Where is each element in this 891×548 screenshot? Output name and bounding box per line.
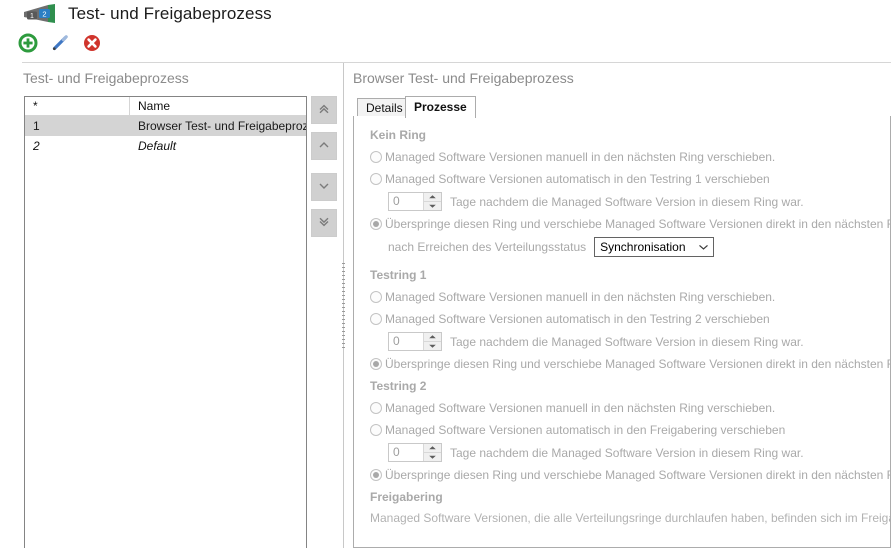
row-index: 1: [25, 116, 130, 136]
spinner-decrement-button[interactable]: [424, 202, 441, 210]
add-button[interactable]: [18, 33, 42, 55]
column-header-index[interactable]: *: [25, 97, 130, 115]
section-title-freigabering: Freigabering: [370, 488, 890, 506]
radio-testring2-skip[interactable]: Überspringe diesen Ring und verschiebe M…: [370, 466, 890, 484]
chevron-double-down-icon: [317, 215, 331, 232]
radio-label: Managed Software Versionen manuell in de…: [385, 399, 775, 417]
list-header-row: * Name: [25, 97, 306, 116]
move-down-button[interactable]: [311, 173, 337, 201]
delete-button[interactable]: [82, 33, 106, 55]
spinner-buttons: [423, 444, 441, 461]
days-spinner-label: Tage nachdem die Managed Software Versio…: [450, 446, 804, 460]
section-title-kein-ring: Kein Ring: [370, 126, 890, 144]
days-spinner-row-kein-ring: 0 Tage nachdem die Managed Software Vers…: [388, 192, 890, 211]
spinner-increment-button[interactable]: [424, 193, 441, 202]
distribution-status-value: Synchronisation: [600, 238, 685, 256]
chevron-double-up-icon: [317, 102, 331, 119]
radio-indicator: [370, 218, 382, 230]
radio-label: Managed Software Versionen automatisch i…: [385, 170, 770, 188]
radio-indicator: [370, 358, 382, 370]
tab-prozesse[interactable]: Prozesse: [405, 96, 476, 118]
radio-indicator: [370, 469, 382, 481]
radio-label: Überspringe diesen Ring und verschiebe M…: [385, 466, 891, 484]
radio-label: Überspringe diesen Ring und verschiebe M…: [385, 355, 891, 373]
detail-pane: Browser Test- und Freigabeprozess Detail…: [349, 63, 891, 548]
tab-panel-prozesse: Kein Ring Managed Software Versionen man…: [353, 116, 891, 548]
spinner-buttons: [423, 333, 441, 350]
radio-testring2-auto[interactable]: Managed Software Versionen automatisch i…: [370, 421, 890, 439]
radio-indicator: [370, 424, 382, 436]
radio-label: Managed Software Versionen manuell in de…: [385, 148, 775, 166]
process-list-pane: Test- und Freigabeprozess * Name 1 Brows…: [0, 63, 337, 548]
tab-details[interactable]: Details: [357, 98, 412, 118]
days-spinner-row-testring1: 0 Tage nachdem die Managed Software Vers…: [388, 332, 890, 351]
window-titlebar: 1 2 Test- und Freigabeprozess: [0, 0, 891, 28]
radio-indicator: [370, 291, 382, 303]
radio-testring1-skip[interactable]: Überspringe diesen Ring und verschiebe M…: [370, 355, 890, 373]
radio-indicator: [370, 151, 382, 163]
radio-kein-ring-manual[interactable]: Managed Software Versionen manuell in de…: [370, 148, 890, 166]
toolbar: [0, 28, 891, 59]
row-index: 2: [25, 136, 130, 156]
radio-label: Managed Software Versionen manuell in de…: [385, 288, 775, 306]
radio-label: Überspringe diesen Ring und verschiebe M…: [385, 215, 891, 233]
chevron-up-icon: [317, 138, 331, 155]
days-spinner[interactable]: 0: [388, 443, 442, 462]
move-up-button[interactable]: [311, 132, 337, 160]
radio-indicator: [370, 313, 382, 325]
svg-text:2: 2: [42, 9, 46, 18]
process-rings-icon: 1 2: [22, 3, 58, 25]
radio-label: Managed Software Versionen automatisch i…: [385, 310, 770, 328]
days-spinner-value[interactable]: 0: [389, 444, 423, 461]
radio-indicator: [370, 173, 382, 185]
column-header-name[interactable]: Name: [130, 97, 306, 115]
radio-indicator: [370, 402, 382, 414]
row-name: Browser Test- und Freigabeproz...: [130, 116, 306, 136]
radio-kein-ring-auto[interactable]: Managed Software Versionen automatisch i…: [370, 170, 890, 188]
distribution-status-row: nach Erreichen des Verteilungsstatus Syn…: [388, 237, 890, 257]
section-title-testring-1: Testring 1: [370, 266, 890, 284]
list-item[interactable]: 1 Browser Test- und Freigabeproz...: [25, 116, 306, 136]
pane-splitter[interactable]: [341, 63, 347, 548]
radio-kein-ring-skip[interactable]: Überspringe diesen Ring und verschiebe M…: [370, 215, 890, 233]
days-spinner-label: Tage nachdem die Managed Software Versio…: [450, 195, 804, 209]
distribution-status-label: nach Erreichen des Verteilungsstatus: [388, 240, 586, 254]
spinner-increment-button[interactable]: [424, 444, 441, 453]
chevron-down-icon: [317, 179, 331, 196]
spinner-buttons: [423, 193, 441, 210]
detail-pane-heading: Browser Test- und Freigabeprozess: [353, 70, 574, 86]
splitter-grip[interactable]: [342, 263, 345, 348]
row-name: Default: [130, 136, 306, 156]
edit-button[interactable]: [50, 33, 74, 55]
distribution-status-select[interactable]: Synchronisation: [594, 237, 713, 257]
svg-text:1: 1: [30, 13, 34, 20]
tabstrip: Details Prozesse: [353, 96, 891, 117]
process-list[interactable]: * Name 1 Browser Test- und Freigabeproz.…: [24, 96, 307, 548]
freigabering-note: Managed Software Versionen, die alle Ver…: [370, 509, 890, 527]
spinner-decrement-button[interactable]: [424, 342, 441, 350]
radio-label: Managed Software Versionen automatisch i…: [385, 421, 785, 439]
days-spinner-value[interactable]: 0: [389, 333, 423, 350]
days-spinner[interactable]: 0: [388, 332, 442, 351]
days-spinner-value[interactable]: 0: [389, 193, 423, 210]
chevron-down-icon: [698, 240, 709, 254]
page-title: Test- und Freigabeprozess: [68, 4, 272, 24]
move-to-top-button[interactable]: [311, 96, 337, 124]
days-spinner-label: Tage nachdem die Managed Software Versio…: [450, 335, 804, 349]
move-to-bottom-button[interactable]: [311, 209, 337, 237]
spinner-increment-button[interactable]: [424, 333, 441, 342]
left-pane-heading: Test- und Freigabeprozess: [23, 70, 189, 86]
list-item[interactable]: 2 Default: [25, 136, 306, 156]
days-spinner-row-testring2: 0 Tage nachdem die Managed Software Vers…: [388, 443, 890, 462]
section-title-testring-2: Testring 2: [370, 377, 890, 395]
days-spinner[interactable]: 0: [388, 192, 442, 211]
radio-testring1-auto[interactable]: Managed Software Versionen automatisch i…: [370, 310, 890, 328]
spinner-decrement-button[interactable]: [424, 453, 441, 461]
radio-testring2-manual[interactable]: Managed Software Versionen manuell in de…: [370, 399, 890, 417]
radio-testring1-manual[interactable]: Managed Software Versionen manuell in de…: [370, 288, 890, 306]
